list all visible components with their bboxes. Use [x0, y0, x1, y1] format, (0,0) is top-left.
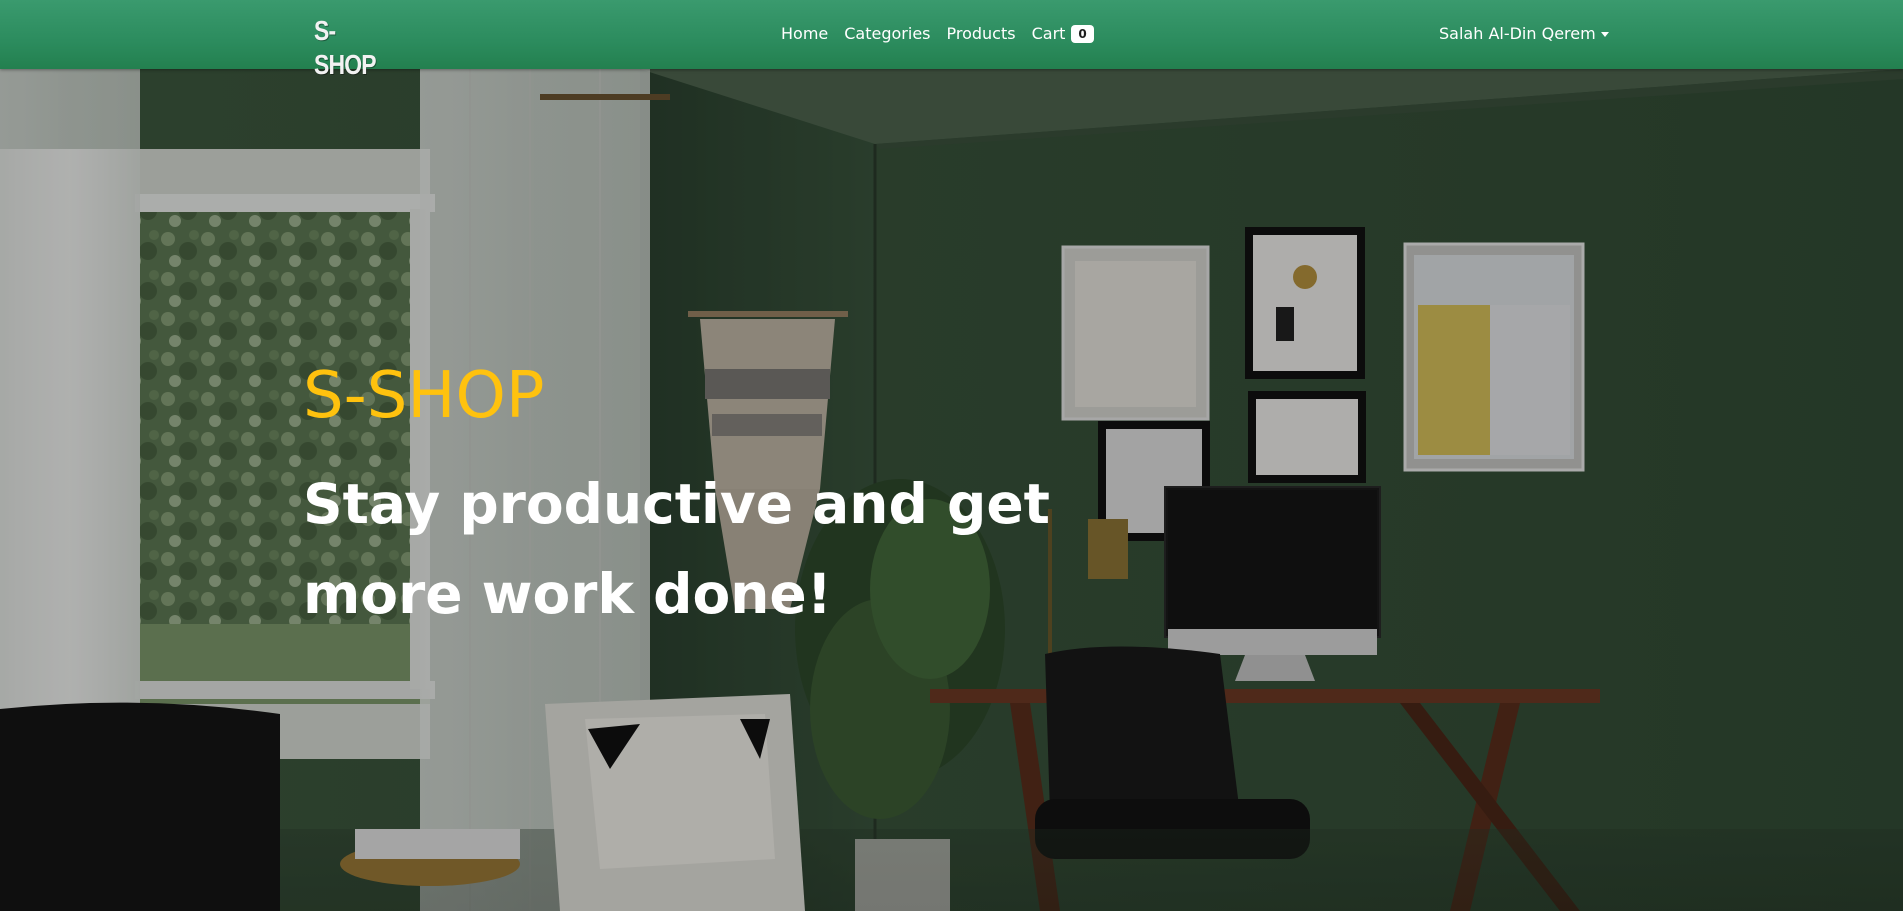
hero-brand-title: S-SHOP: [303, 359, 545, 433]
nav-link-products[interactable]: Products: [947, 24, 1016, 43]
top-navbar: S-SHOP Home Categories Products Cart 0 Sa…: [0, 0, 1903, 80]
user-dropdown[interactable]: Salah Al-Din Qerem: [1439, 24, 1609, 43]
user-name: Salah Al-Din Qerem: [1439, 24, 1596, 43]
logo[interactable]: S-SHOP: [314, 14, 392, 80]
nav-link-categories[interactable]: Categories: [844, 24, 930, 43]
hero-banner: S-SHOP Stay productive and get more work…: [0, 69, 1903, 911]
logo-text: S-SHOP: [314, 15, 377, 80]
nav-link-cart[interactable]: Cart 0: [1032, 24, 1094, 43]
caret-down-icon: [1600, 32, 1609, 37]
cart-label: Cart: [1031, 24, 1066, 43]
cart-count-badge: 0: [1071, 25, 1094, 43]
nav-link-home[interactable]: Home: [781, 24, 828, 43]
hero-tagline: Stay productive and get more work done!: [303, 472, 1050, 626]
nav-links: Home Categories Products Cart 0: [781, 24, 1110, 43]
